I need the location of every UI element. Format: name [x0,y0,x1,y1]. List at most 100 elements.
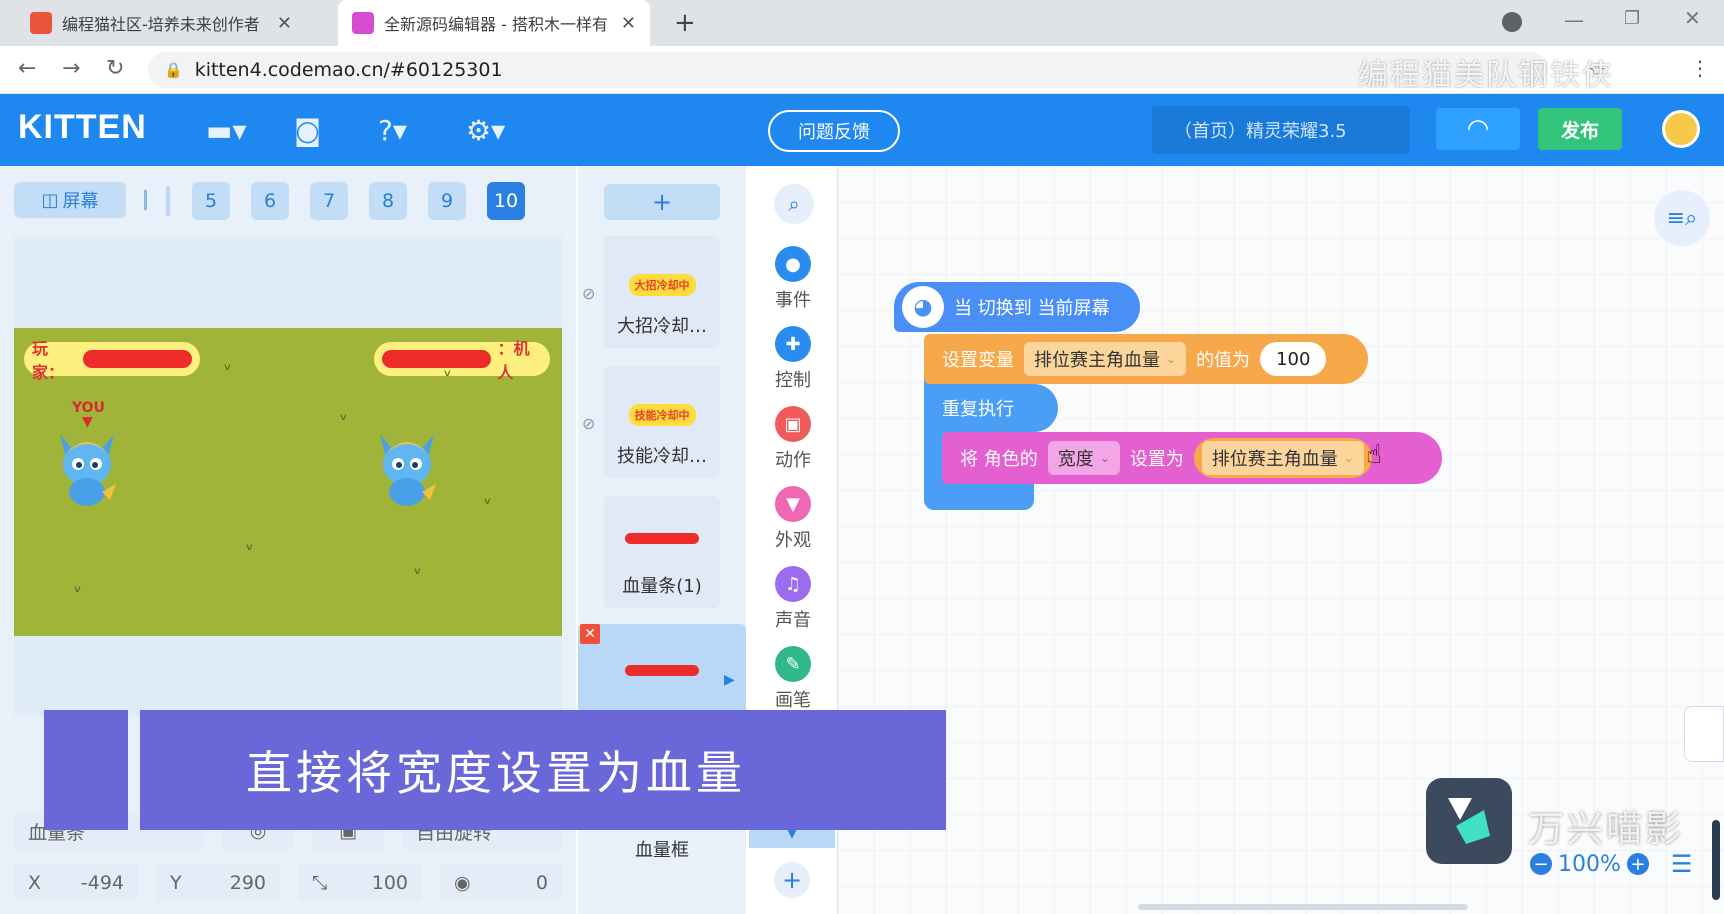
feedback-button[interactable]: 问题反馈 [768,110,900,152]
align-blocks-icon[interactable]: ☰ [1671,850,1693,878]
category-appearance[interactable]: ▼ 外观 [760,486,826,552]
robot-hp-fill [382,350,492,368]
variable-reporter-block[interactable]: 排位赛主角血量 ⌄ [1193,438,1372,478]
hat-block-text: 当 切换到 当前屏幕 [954,298,1110,319]
grass-decoration: ᵛ [484,494,492,515]
project-name-field[interactable]: （首页）精灵荣耀3.5 [1152,106,1410,154]
screen-8-button[interactable]: 8 [369,182,407,220]
player-label: 玩家： [32,339,65,382]
game-stage[interactable]: 玩家： ：机人 YOU ▼ ᵛ ᵛ ᵛ ᵛ ᵛ ᵛ ᵛ [14,328,562,636]
tab-title: 全新源码编辑器 - 搭积木一样有 [384,15,608,34]
url-text: kitten4.codemao.cn/#60125301 [194,59,503,81]
sprite-item[interactable]: 技能冷却中 技能冷却… [604,366,720,478]
x-value: -494 [80,872,124,894]
side-drawer-handle[interactable] [1684,706,1724,762]
reporter-variable-name: 排位赛主角血量 [1211,449,1338,470]
forward-icon[interactable]: → [62,56,80,81]
screen-10-button[interactable]: 10 [487,182,525,220]
property-dropdown[interactable]: 宽度 ⌄ [1047,441,1120,475]
delete-sprite-icon[interactable]: ✕ [580,624,600,644]
add-sprite-button[interactable]: + [604,184,720,220]
app-header: KITTEN ▬▾ ◙ ?▾ ⚙▾ 问题反馈 （首页）精灵荣耀3.5 ◠ 发布 [0,94,1724,166]
screen-7-button[interactable]: 7 [310,182,348,220]
settings-gear-icon[interactable]: ⚙▾ [466,114,505,147]
workspace-scrollbar[interactable] [1712,820,1720,900]
tab-close-icon[interactable]: ✕ [621,13,636,34]
category-control[interactable]: ✚ 控制 [760,326,826,392]
add-extension-button[interactable]: + [774,862,810,898]
expand-arrow-icon[interactable]: ▶ [724,672,735,688]
set-variable-block[interactable]: 设置变量 排位赛主角血量 ⌄ 的值为 100 [924,334,1368,384]
category-sound[interactable]: ♫ 声音 [760,566,826,632]
zoom-out-icon[interactable]: − [1530,853,1552,875]
zoom-in-icon[interactable]: + [1626,853,1649,875]
zoom-control: − 100% + ☰ [1530,850,1692,878]
back-icon[interactable]: ← [18,56,36,81]
category-pen[interactable]: ✎ 画笔 [760,646,826,712]
screen-6-button[interactable]: 6 [251,182,289,220]
browser-menu-icon[interactable]: ⋮ [1690,56,1710,80]
player-health-bar[interactable]: 玩家： [24,339,200,382]
reload-icon[interactable]: ↻ [106,56,124,81]
robot-icon: ▣ [775,406,811,442]
sprite-thumbnail-bar [625,664,699,676]
close-window-icon[interactable]: ✕ [1684,6,1701,30]
publish-button[interactable]: 发布 [1538,108,1622,150]
sprite-label[interactable]: 血量框 [604,836,720,862]
tab-close-icon[interactable]: ✕ [277,13,292,34]
selected-sprite-item[interactable] [578,624,746,716]
screen-5-button[interactable]: 5 [192,182,230,220]
sprite-label: 血量条(1) [622,576,702,597]
when-screen-switch-hat-block[interactable]: ◕ 当 切换到 当前屏幕 [894,282,1140,332]
hidden-eye-icon[interactable]: ⊘ [582,284,595,303]
user-avatar[interactable] [1662,110,1700,148]
player-character[interactable] [54,426,120,512]
browser-tab-editor[interactable]: 全新源码编辑器 - 搭积木一样有 ✕ [338,0,650,46]
hidden-eye-icon[interactable]: ⊘ [582,414,595,433]
screen-scroll-handle[interactable] [166,186,170,216]
direction-value: 0 [535,872,548,894]
y-label: Y [170,872,182,894]
repeat-forever-block[interactable]: 重复执行 [924,384,1058,432]
refresh-button[interactable]: ◠ [1436,108,1520,150]
y-position-field[interactable]: Y 290 [156,864,280,902]
new-tab-button[interactable]: + [674,8,696,38]
block-search-icon[interactable]: ≡⌕ [1654,190,1710,246]
screen-9-button[interactable]: 9 [428,182,466,220]
screen-toggle-button[interactable]: ◫ 屏幕 [14,182,126,218]
horizontal-scrollbar[interactable] [1138,904,1468,910]
codemao-favicon-icon [30,12,52,34]
screen-list-divider [144,190,147,210]
sprite-item[interactable]: 血量条(1) [604,496,720,608]
sprite-thumbnail-badge: 技能冷却中 [628,404,696,426]
category-label: 声音 [775,610,811,631]
help-icon[interactable]: ?▾ [378,114,407,147]
kitten-logo[interactable]: KITTEN [18,108,147,147]
robot-character[interactable] [374,426,440,512]
repeat-label: 重复执行 [942,399,1014,420]
robot-health-bar[interactable]: ：机人 [374,339,550,382]
backpack-icon[interactable]: ◙ [294,114,321,147]
size-field[interactable]: ⤡ 100 [298,864,422,902]
file-menu-icon[interactable]: ▬▾ [206,114,247,147]
category-event[interactable]: ● 事件 [760,246,826,312]
minimize-icon[interactable]: — [1564,8,1584,32]
search-icon[interactable]: ⌕ [774,184,814,224]
variable-dropdown[interactable]: 排位赛主角血量 ⌄ [1024,342,1187,376]
profile-dropdown-icon[interactable] [1502,12,1522,32]
sprite-item[interactable]: 大招冷却中 大招冷却… [604,236,720,348]
browser-tab-community[interactable]: 编程猫社区-培养未来创作者 ✕ [16,0,306,46]
x-position-field[interactable]: X -494 [14,864,138,902]
sprite-thumbnail-badge: 大招冷却中 [628,274,696,296]
tab-title: 编程猫社区-培养未来创作者 [62,15,260,34]
variable-value-input[interactable]: 100 [1260,342,1327,376]
grass-decoration: ᵛ [246,540,254,561]
category-motion[interactable]: ▣ 动作 [760,406,826,472]
reporter-variable-dropdown[interactable]: 排位赛主角血量 ⌄ [1201,441,1364,475]
url-input[interactable]: 🔒 kitten4.codemao.cn/#60125301 [148,52,1548,88]
caption-accent-block [44,710,128,830]
stage-top-area [14,236,562,328]
variable-name: 排位赛主角血量 [1034,350,1160,371]
direction-field[interactable]: ◉ 0 [440,864,562,902]
restore-icon[interactable]: ❐ [1624,8,1640,29]
